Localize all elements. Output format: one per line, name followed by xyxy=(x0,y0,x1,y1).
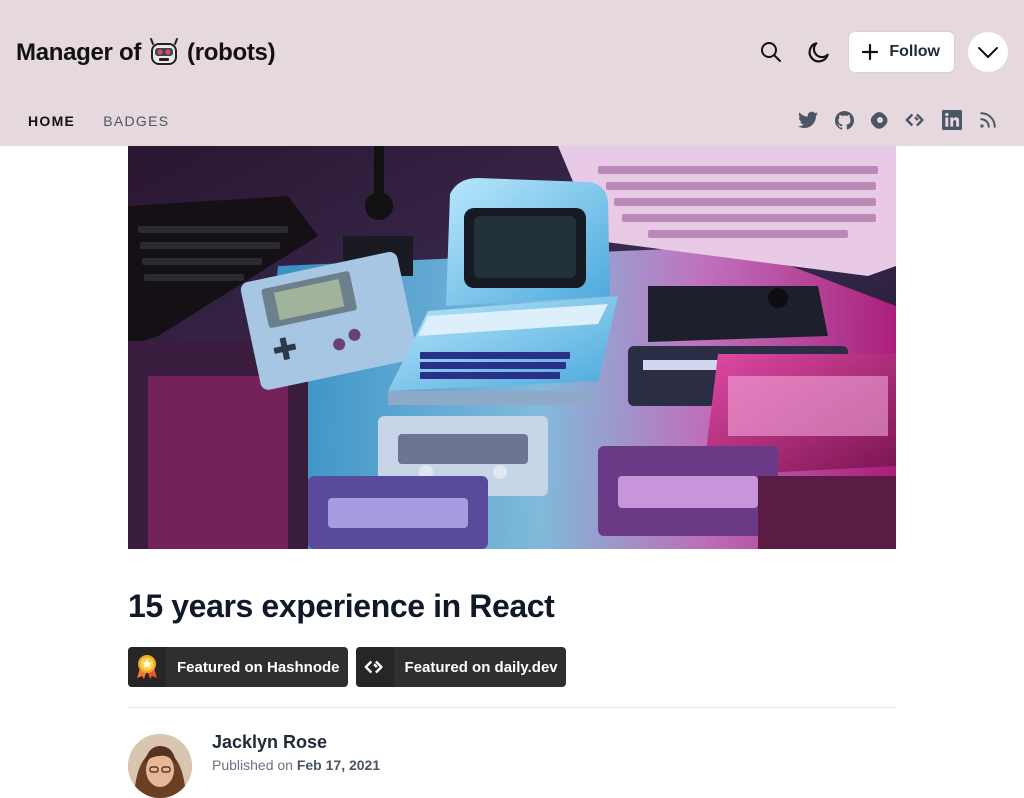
author-name[interactable]: Jacklyn Rose xyxy=(212,732,327,753)
blog-title-prefix: Manager of xyxy=(16,39,142,66)
dailydev-icon xyxy=(355,647,394,687)
blog-nav: HOME BADGES xyxy=(28,113,197,129)
menu-dropdown-button[interactable] xyxy=(968,32,1008,72)
badge-featured-hashnode[interactable]: Featured on Hashnode xyxy=(128,647,348,687)
nav-item-badges[interactable]: BADGES xyxy=(103,113,169,129)
moon-icon xyxy=(808,42,830,63)
hashnode-link[interactable] xyxy=(862,108,898,132)
chevron-down-icon xyxy=(978,47,998,58)
author-avatar[interactable] xyxy=(128,734,192,798)
plus-icon xyxy=(861,43,879,61)
blog-header: Manager of (robots) Follow HOME BADGES xyxy=(0,0,1024,146)
blog-title-suffix: (robots) xyxy=(187,39,276,66)
search-icon xyxy=(761,42,782,62)
github-icon xyxy=(834,110,854,130)
rss-link[interactable] xyxy=(970,108,1006,132)
published-date-value: Feb 17, 2021 xyxy=(296,757,381,773)
twitter-link[interactable] xyxy=(790,108,826,132)
linkedin-link[interactable] xyxy=(934,108,970,132)
post-cover-image xyxy=(128,146,896,549)
badge-featured-dailydev[interactable]: Featured on daily.dev xyxy=(355,647,566,687)
linkedin-icon xyxy=(942,110,962,130)
rss-icon xyxy=(980,112,996,128)
nav-item-home[interactable]: HOME xyxy=(28,113,75,129)
published-prefix: Published on xyxy=(212,757,293,773)
search-button[interactable] xyxy=(751,32,791,72)
follow-button[interactable]: Follow xyxy=(849,32,954,72)
post-title: 15 years experience in React xyxy=(128,588,555,624)
featured-medal-icon xyxy=(128,647,166,687)
github-link[interactable] xyxy=(826,108,862,132)
theme-toggle-button[interactable] xyxy=(799,32,839,72)
hashnode-icon xyxy=(870,112,888,129)
robot-logo-icon xyxy=(150,38,179,65)
social-links xyxy=(790,108,1006,132)
divider xyxy=(128,707,896,708)
badge-label: Featured on daily.dev xyxy=(404,658,558,676)
follow-label: Follow xyxy=(889,43,940,60)
dailydev-link[interactable] xyxy=(898,108,934,132)
badge-label: Featured on Hashnode xyxy=(177,658,340,676)
twitter-icon xyxy=(798,111,818,128)
blog-title[interactable]: Manager of (robots) xyxy=(16,36,276,70)
published-date: Published on Feb 17, 2021 xyxy=(212,757,380,773)
post-badges: Featured on Hashnode Featured on daily.d… xyxy=(128,647,574,687)
dailydev-icon xyxy=(905,113,924,127)
